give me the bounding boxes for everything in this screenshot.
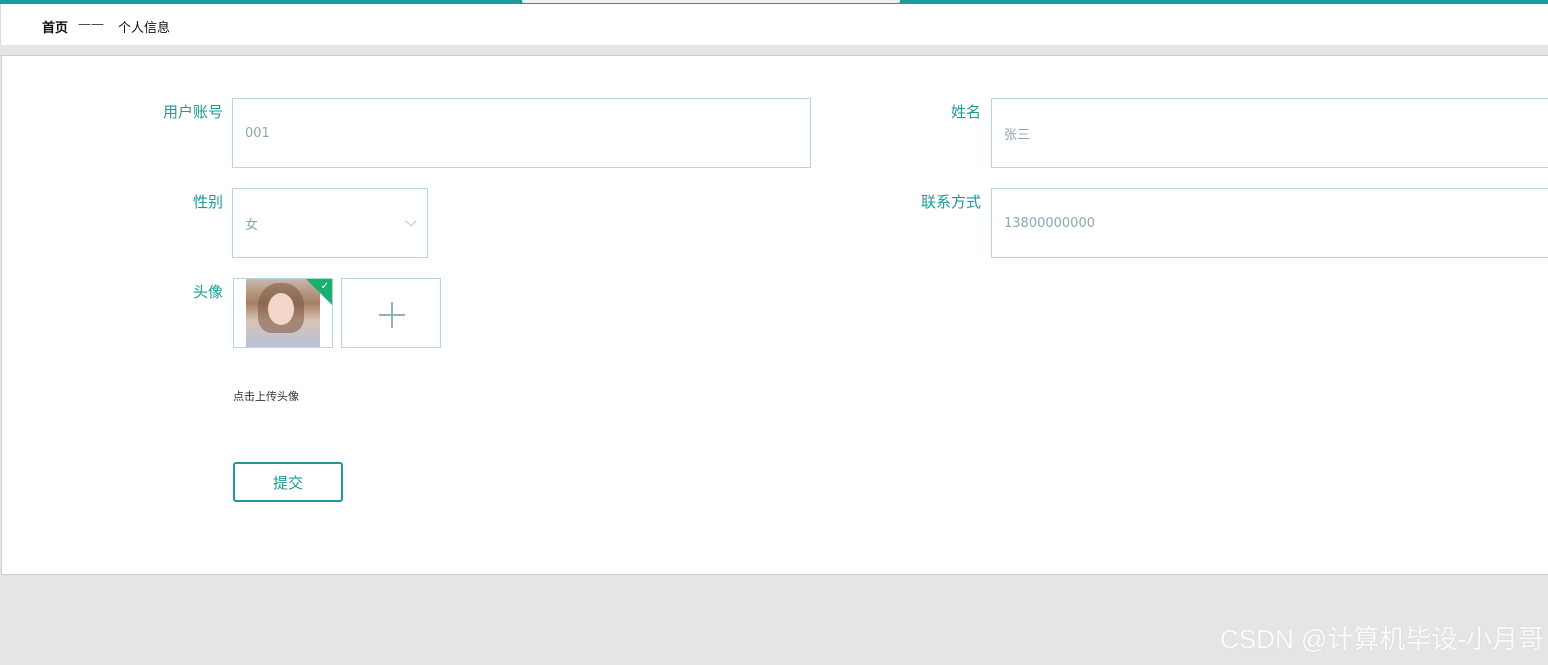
- breadcrumb-current: 个人信息: [118, 21, 171, 36]
- avatar-label: 头像: [192, 283, 223, 301]
- watermark: CSDN @计算机毕设-小月哥: [1220, 624, 1544, 654]
- avatar-upload-hint: 点击上传头像: [233, 390, 299, 403]
- account-value: 001: [245, 125, 270, 141]
- contact-label: 联系方式: [920, 193, 981, 211]
- account-field[interactable]: 001: [232, 98, 811, 168]
- contact-field[interactable]: 13800000000: [991, 188, 1548, 258]
- avatar-preview[interactable]: ✓: [233, 278, 333, 348]
- contact-value: 13800000000: [1004, 215, 1095, 231]
- top-tab-indicator: [522, 0, 900, 3]
- breadcrumb-separator: ——: [78, 17, 104, 32]
- name-field[interactable]: 张三: [991, 98, 1548, 168]
- submit-button[interactable]: 提交: [233, 462, 343, 502]
- gender-label: 性别: [192, 193, 223, 211]
- breadcrumb-home[interactable]: 首页: [42, 17, 68, 36]
- profile-form-panel: 用户账号 001 姓名 张三 性别 女 联系方式 13800000000 头像 …: [1, 55, 1548, 575]
- chevron-down-icon: [405, 215, 417, 227]
- gender-select[interactable]: 女: [232, 188, 428, 258]
- account-label: 用户账号: [162, 103, 223, 121]
- gender-value: 女: [245, 217, 259, 233]
- check-icon: ✓: [320, 281, 329, 292]
- breadcrumb: 首页 —— 个人信息: [0, 4, 1548, 45]
- name-label: 姓名: [950, 103, 981, 121]
- avatar-upload-button[interactable]: [341, 278, 441, 348]
- name-value: 张三: [1004, 127, 1031, 143]
